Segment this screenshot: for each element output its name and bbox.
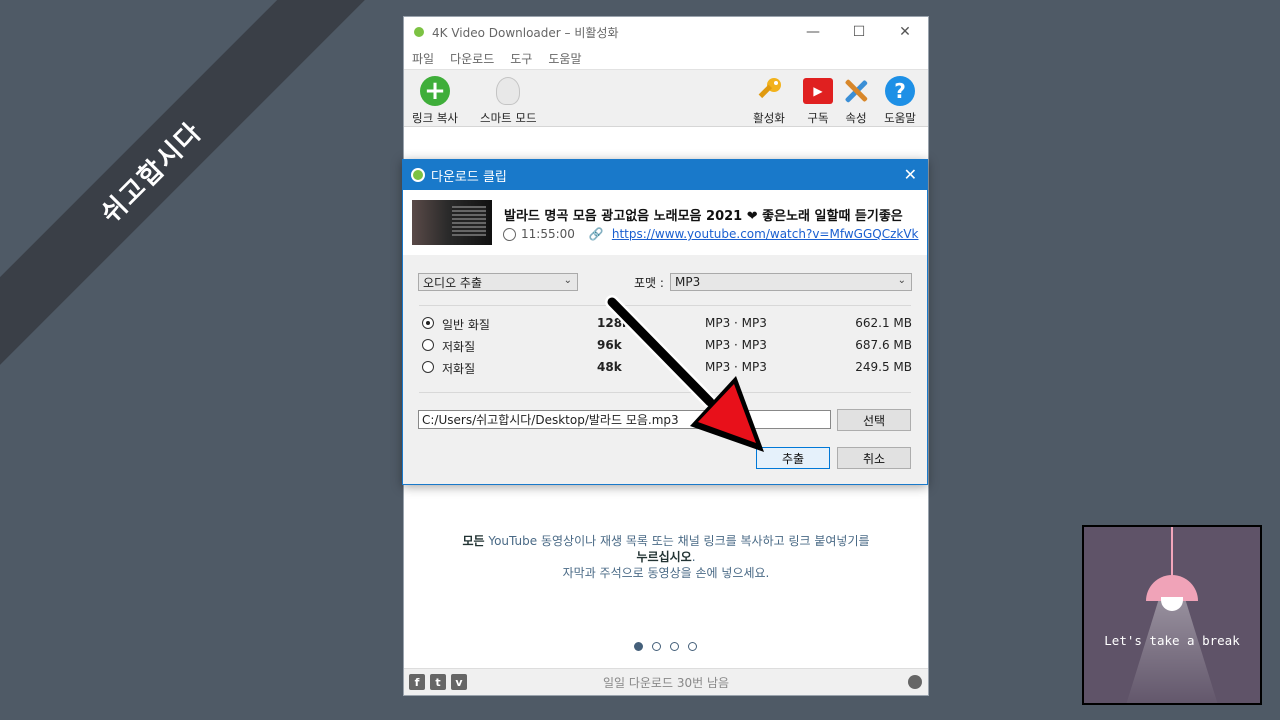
light-beam: [1126, 601, 1218, 703]
break-text: Let's take a break: [1104, 633, 1240, 648]
break-box: Let's take a break: [1082, 525, 1262, 705]
lamp-cord: [1171, 527, 1173, 579]
